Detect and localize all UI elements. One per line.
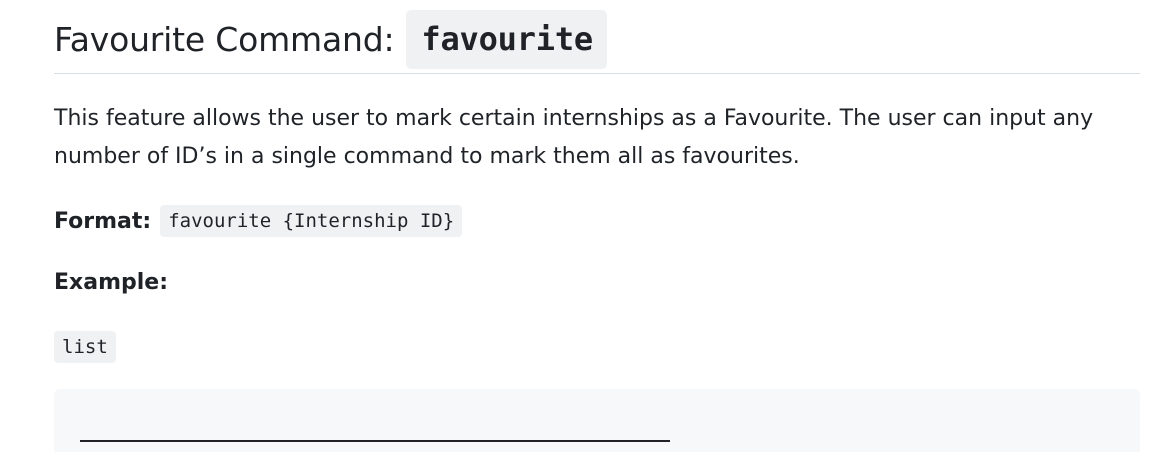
heading-command-code: favourite [406,9,607,69]
example-list-code: list [54,331,116,363]
code-block [54,389,1140,452]
example-label: Example: [54,270,168,295]
format-line: Format: favourite {Internship ID} [54,203,463,239]
format-label: Format: [54,208,152,234]
heading-title: Favourite Command: [54,19,395,59]
feature-description: This feature allows the user to mark cer… [54,106,1094,169]
format-code: favourite {Internship ID} [160,205,463,237]
code-block-underline [80,440,670,442]
heading-divider [54,73,1140,74]
section-heading: Favourite Command: favourite [54,8,607,70]
